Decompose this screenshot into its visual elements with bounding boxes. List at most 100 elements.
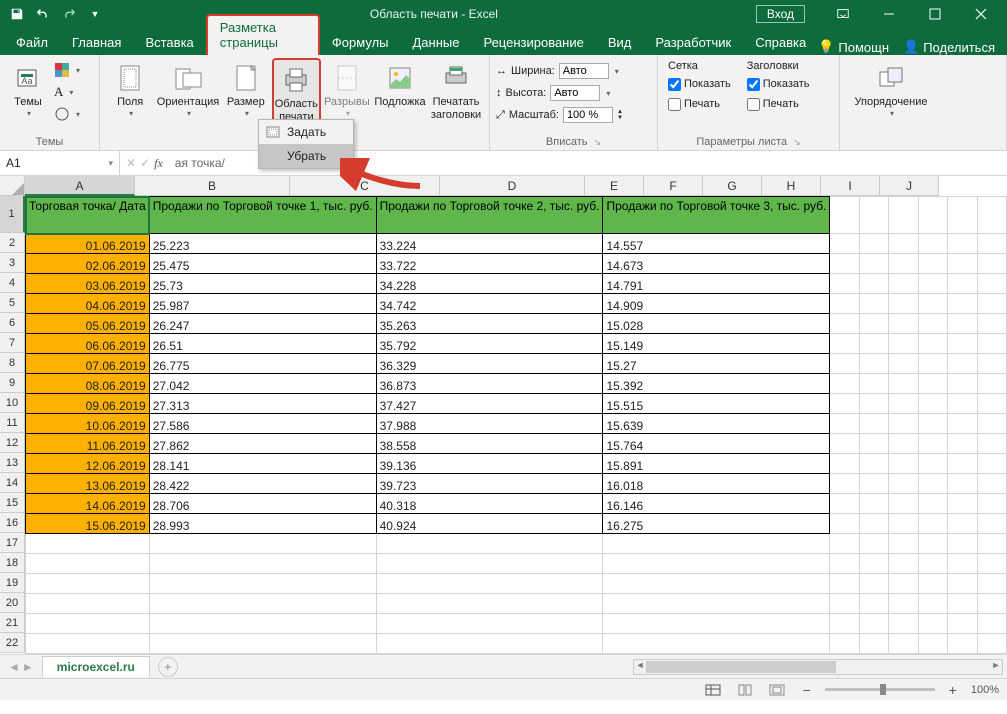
cell[interactable] (948, 494, 977, 514)
cell[interactable] (830, 197, 859, 234)
cell[interactable]: 16.146 (603, 494, 830, 514)
cell[interactable] (889, 554, 918, 574)
cell[interactable]: 12.06.2019 (26, 454, 150, 474)
cell[interactable] (918, 514, 947, 534)
cell[interactable] (918, 614, 947, 634)
cell[interactable] (977, 474, 1006, 494)
cell[interactable] (948, 554, 977, 574)
cell[interactable]: 08.06.2019 (26, 374, 150, 394)
cell[interactable]: 36.873 (376, 374, 603, 394)
cell[interactable]: 14.557 (603, 234, 830, 254)
cell[interactable] (859, 554, 888, 574)
cell[interactable] (859, 474, 888, 494)
cell[interactable]: 15.764 (603, 434, 830, 454)
cell[interactable] (889, 254, 918, 274)
cell[interactable]: 27.862 (149, 434, 376, 454)
headings-print-checkbox[interactable]: Печать (747, 94, 810, 114)
cell[interactable] (26, 534, 150, 554)
cell[interactable]: 35.792 (376, 334, 603, 354)
maximize-icon[interactable] (913, 0, 957, 28)
cell[interactable] (918, 197, 947, 234)
zoom-level[interactable]: 100% (971, 684, 999, 696)
cell[interactable] (26, 594, 150, 614)
cell[interactable] (830, 274, 859, 294)
cell[interactable]: 37.427 (376, 394, 603, 414)
cell[interactable] (977, 414, 1006, 434)
cell[interactable] (859, 454, 888, 474)
cell[interactable] (977, 234, 1006, 254)
cell[interactable] (830, 494, 859, 514)
cell[interactable] (889, 594, 918, 614)
cell[interactable] (830, 394, 859, 414)
page-layout-view-icon[interactable] (734, 682, 756, 698)
cell[interactable] (948, 534, 977, 554)
cell[interactable] (977, 374, 1006, 394)
background-button[interactable]: Подложка (373, 58, 427, 109)
effects-button[interactable]: ▾ (52, 104, 82, 124)
save-icon[interactable] (6, 3, 28, 25)
cell[interactable] (830, 454, 859, 474)
column-header[interactable]: G (703, 176, 762, 196)
cell[interactable] (977, 594, 1006, 614)
row-header[interactable]: 19 (0, 573, 25, 593)
cell[interactable]: 26.247 (149, 314, 376, 334)
cell[interactable] (918, 554, 947, 574)
cell[interactable] (977, 294, 1006, 314)
cell[interactable] (977, 254, 1006, 274)
cell[interactable] (376, 634, 603, 654)
cell[interactable] (948, 414, 977, 434)
ribbon-options-icon[interactable] (821, 0, 865, 28)
cell[interactable] (859, 334, 888, 354)
cell[interactable] (830, 254, 859, 274)
cell[interactable]: 27.586 (149, 414, 376, 434)
column-header[interactable]: B (135, 176, 290, 196)
cell[interactable] (948, 197, 977, 234)
breaks-button[interactable]: Разрывы▾ (323, 58, 371, 118)
cell[interactable] (918, 354, 947, 374)
cell[interactable]: Торговая точка/ Дата (26, 197, 150, 234)
cell[interactable] (859, 634, 888, 654)
cell[interactable] (977, 274, 1006, 294)
scale-input[interactable] (563, 107, 613, 123)
cell[interactable] (948, 294, 977, 314)
tab-insert[interactable]: Вставка (133, 31, 205, 55)
cell[interactable] (977, 494, 1006, 514)
margins-button[interactable]: Поля▾ (106, 58, 154, 118)
cell[interactable] (977, 314, 1006, 334)
cell[interactable]: 27.042 (149, 374, 376, 394)
cell[interactable]: 15.515 (603, 394, 830, 414)
row-header[interactable]: 20 (0, 593, 25, 613)
spreadsheet-grid[interactable]: ABCDEFGHIJ 12345678910111213141516171819… (0, 176, 1007, 654)
cell[interactable] (948, 614, 977, 634)
set-print-area-item[interactable]: Задать (259, 120, 353, 144)
row-header[interactable]: 6 (0, 313, 25, 333)
row-header[interactable]: 22 (0, 633, 25, 653)
grid-print-checkbox[interactable]: Печать (668, 94, 731, 114)
cell[interactable] (26, 574, 150, 594)
sheet-prev-icon[interactable]: ◄ (8, 660, 20, 674)
cell[interactable] (603, 554, 830, 574)
cell[interactable] (859, 614, 888, 634)
select-all-corner[interactable] (0, 176, 25, 196)
cell[interactable] (889, 434, 918, 454)
cell[interactable]: 34.742 (376, 294, 603, 314)
cell[interactable]: 39.723 (376, 474, 603, 494)
cell[interactable]: 15.149 (603, 334, 830, 354)
cell[interactable]: 25.223 (149, 234, 376, 254)
cell[interactable] (149, 574, 376, 594)
cell[interactable] (830, 634, 859, 654)
share-button[interactable]: 👤 Поделиться (903, 39, 995, 55)
cell[interactable] (830, 474, 859, 494)
cell[interactable]: 34.228 (376, 274, 603, 294)
normal-view-icon[interactable] (702, 682, 724, 698)
cell[interactable] (918, 534, 947, 554)
cell[interactable] (26, 634, 150, 654)
add-sheet-button[interactable]: + (158, 657, 178, 677)
cell[interactable] (603, 614, 830, 634)
cell[interactable] (859, 434, 888, 454)
cell[interactable] (948, 254, 977, 274)
tab-review[interactable]: Рецензирование (471, 31, 595, 55)
zoom-slider[interactable] (825, 688, 935, 691)
cell[interactable] (859, 494, 888, 514)
cell[interactable] (948, 354, 977, 374)
